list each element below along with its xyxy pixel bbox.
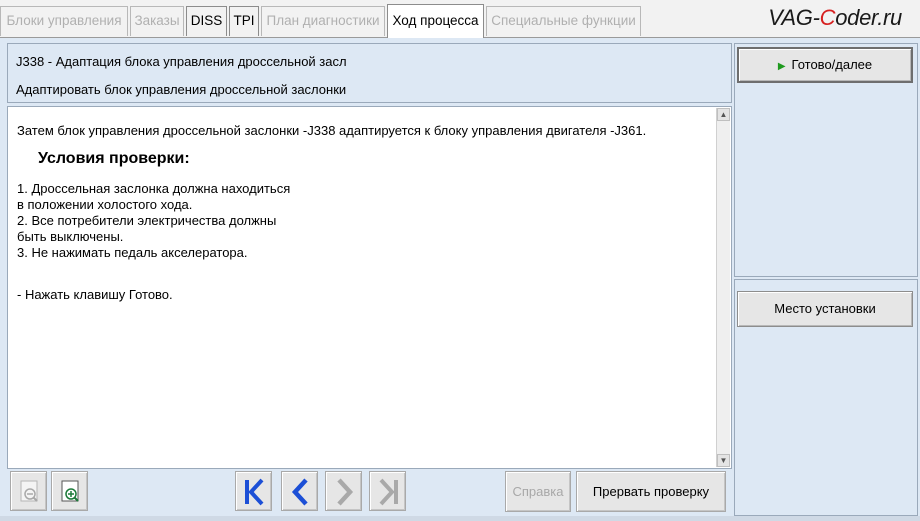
scroll-up-icon[interactable]: ▲ [717, 108, 730, 121]
abort-test-button[interactable]: Прервать проверку [576, 471, 726, 512]
conditions-heading: Условия проверки: [38, 150, 190, 167]
ready-next-button[interactable]: ▶ Готово/далее [737, 47, 913, 83]
tab-process-progress[interactable]: Ход процесса [387, 4, 484, 38]
function-subtitle: Адаптировать блок управления дроссельной… [16, 82, 347, 97]
first-step-icon [245, 478, 264, 506]
bottom-toolbar: Справка Прервать проверку [7, 470, 732, 516]
tab-diss[interactable]: DISS [186, 6, 227, 36]
instructions-text: Затем блок управления дроссельной заслон… [17, 123, 707, 303]
condition-line: в положении холостого хода. [17, 197, 193, 212]
tab-special-functions[interactable]: Специальные функции [486, 6, 641, 36]
ready-next-label: Готово/далее [791, 57, 873, 72]
first-step-button[interactable] [235, 471, 272, 511]
brand-suffix: oder.ru [835, 5, 902, 30]
condition-line: 3. Не нажимать педаль акселератора. [17, 245, 248, 260]
help-button[interactable]: Справка [505, 471, 571, 512]
instructions-panel: Затем блок управления дроссельной заслон… [7, 106, 732, 469]
brand-prefix: VAG- [768, 5, 820, 30]
tab-tpi[interactable]: TPI [229, 6, 259, 36]
zoom-out-button[interactable] [10, 471, 47, 511]
brand-highlight: C [819, 5, 836, 30]
tab-orders[interactable]: Заказы [130, 6, 184, 36]
chevron-right-icon [337, 478, 354, 506]
zoom-out-icon [20, 480, 38, 502]
condition-line: 1. Дроссельная заслонка должна находитьс… [17, 181, 291, 196]
tab-bar: Блоки управления Заказы DISS TPI План ди… [0, 0, 920, 38]
last-step-button[interactable] [369, 471, 406, 511]
right-top-panel: ▶ Готово/далее [734, 43, 918, 277]
zoom-in-icon [61, 480, 79, 502]
condition-line: быть выключены. [17, 229, 124, 244]
condition-line: 2. Все потребители электричества должны [17, 213, 277, 228]
right-bottom-panel: Место установки [734, 279, 918, 516]
tab-diagnostic-plan[interactable]: План диагностики [261, 6, 385, 36]
vertical-scrollbar[interactable]: ▲ ▼ [716, 108, 730, 467]
last-step-icon [379, 478, 398, 506]
instruction-text: - Нажать клавишу Готово. [17, 287, 173, 302]
tab-control-units[interactable]: Блоки управления [0, 6, 128, 36]
next-step-button[interactable] [325, 471, 362, 511]
intro-text: Затем блок управления дроссельной заслон… [17, 123, 647, 138]
chevron-left-icon [291, 478, 308, 506]
brand-watermark: VAG-Coder.ru [768, 5, 902, 31]
play-icon: ▶ [777, 61, 786, 72]
function-title: J338 - Адаптация блока управления дроссе… [16, 54, 347, 69]
installation-location-button[interactable]: Место установки [737, 291, 913, 327]
scroll-down-icon[interactable]: ▼ [717, 454, 730, 467]
zoom-in-button[interactable] [51, 471, 88, 511]
bottom-border [0, 516, 920, 521]
previous-step-button[interactable] [281, 471, 318, 511]
function-header: J338 - Адаптация блока управления дроссе… [7, 43, 732, 103]
